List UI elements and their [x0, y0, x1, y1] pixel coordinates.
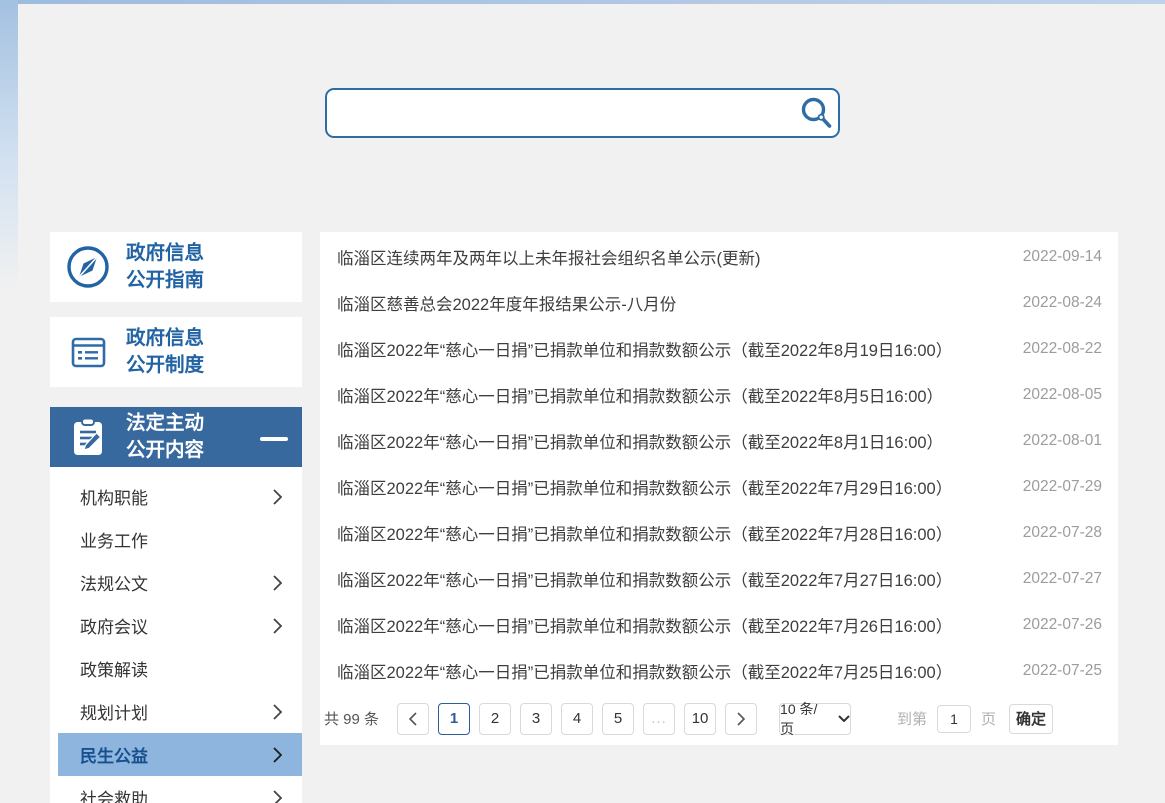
news-link[interactable]: 临淄区2022年“慈心一日捐”已捐款单位和捐款数额公示（截至2022年7月29日…: [337, 475, 952, 499]
news-date: 2022-07-29: [1023, 478, 1102, 496]
news-link[interactable]: 临淄区2022年“慈心一日捐”已捐款单位和捐款数额公示（截至2022年8月5日1…: [337, 383, 943, 407]
page-button-10[interactable]: 10: [684, 703, 716, 735]
sidebar-item-policy-interpretation[interactable]: 政策解读: [50, 647, 302, 690]
news-link[interactable]: 临淄区2022年“慈心一日捐”已捐款单位和捐款数额公示（截至2022年7月25日…: [337, 659, 952, 683]
menu-label: 规划计划: [80, 699, 148, 724]
sidebar-item-public-welfare[interactable]: 民生公益: [58, 733, 302, 776]
chevron-right-icon: [273, 618, 282, 634]
chevron-left-icon: [408, 712, 418, 726]
page-button-3[interactable]: 3: [520, 703, 552, 735]
content-panel: 临淄区连续两年及两年以上未年报社会组织名单公示(更新) 2022-09-14 临…: [320, 232, 1118, 745]
list-item: 临淄区2022年“慈心一日捐”已捐款单位和捐款数额公示（截至2022年8月1日1…: [320, 418, 1118, 464]
top-gradient-strip: [0, 0, 1165, 4]
chevron-right-icon: [736, 712, 746, 726]
list-item: 临淄区慈善总会2022年度年报结果公示-八月份 2022-08-24: [320, 280, 1118, 326]
menu-label: 机构职能: [80, 484, 148, 509]
chevron-right-icon: [273, 489, 282, 505]
news-date: 2022-07-27: [1023, 570, 1102, 588]
sidebar-card-disclosure-system[interactable]: 政府信息 公开制度: [50, 317, 302, 387]
pagination-bar: 共 99 条 1 2 3 4 5 ... 10 10 条/页 到第 页 确定: [320, 694, 1118, 743]
page-button-2[interactable]: 2: [479, 703, 511, 735]
sidebar-section-statutory-disclosure[interactable]: 法定主动 公开内容: [50, 407, 302, 467]
menu-label: 社会救助: [80, 785, 148, 803]
goto-page-prefix-label: 到第: [897, 708, 927, 729]
news-link[interactable]: 临淄区连续两年及两年以上未年报社会组织名单公示(更新): [337, 245, 761, 269]
card-label-line1: 政府信息: [126, 325, 204, 352]
total-count-label: 共 99 条: [324, 708, 379, 729]
news-link[interactable]: 临淄区2022年“慈心一日捐”已捐款单位和捐款数额公示（截至2022年8月19日…: [337, 337, 952, 361]
card-label-line2: 公开指南: [126, 267, 204, 294]
clipboard-pen-icon: [50, 414, 126, 460]
news-link[interactable]: 临淄区2022年“慈心一日捐”已捐款单位和捐款数额公示（截至2022年7月26日…: [337, 613, 952, 637]
sidebar-card-disclosure-guide[interactable]: 政府信息 公开指南: [50, 232, 302, 302]
chevron-right-icon: [273, 704, 282, 720]
menu-label: 法规公文: [80, 570, 148, 595]
compass-icon: [50, 243, 126, 291]
chevron-right-icon: [273, 747, 282, 763]
sidebar-item-government-meetings[interactable]: 政府会议: [50, 604, 302, 647]
search-input[interactable]: [327, 94, 794, 132]
news-date: 2022-08-24: [1023, 294, 1102, 312]
card-label-line2: 公开制度: [126, 352, 204, 379]
minus-icon[interactable]: [260, 437, 288, 441]
list-item: 临淄区2022年“慈心一日捐”已捐款单位和捐款数额公示（截至2022年8月5日1…: [320, 372, 1118, 418]
search-icon: [798, 95, 834, 131]
section-label-line1: 法定主动: [126, 410, 204, 437]
sidebar-submenu: 机构职能 业务工作 法规公文 政府会议 政策解读 规划计划 民生: [50, 467, 302, 803]
sidebar-item-planning[interactable]: 规划计划: [50, 690, 302, 733]
menu-label: 政府会议: [80, 613, 148, 638]
sidebar-item-organization-functions[interactable]: 机构职能: [50, 475, 302, 518]
confirm-button[interactable]: 确定: [1009, 704, 1053, 734]
ledger-icon: [50, 328, 126, 376]
news-list: 临淄区连续两年及两年以上未年报社会组织名单公示(更新) 2022-09-14 临…: [320, 232, 1118, 694]
page-button-4[interactable]: 4: [561, 703, 593, 735]
list-item: 临淄区2022年“慈心一日捐”已捐款单位和捐款数额公示（截至2022年7月25日…: [320, 648, 1118, 694]
next-page-button[interactable]: [725, 703, 757, 735]
news-link[interactable]: 临淄区2022年“慈心一日捐”已捐款单位和捐款数额公示（截至2022年7月27日…: [337, 567, 952, 591]
goto-page-suffix-label: 页: [981, 708, 996, 729]
sidebar-item-social-assistance[interactable]: 社会救助: [50, 776, 302, 803]
section-label-line2: 公开内容: [126, 437, 204, 464]
prev-page-button[interactable]: [397, 703, 429, 735]
news-date: 2022-07-25: [1023, 662, 1102, 680]
list-item: 临淄区2022年“慈心一日捐”已捐款单位和捐款数额公示（截至2022年7月27日…: [320, 556, 1118, 602]
sidebar-item-business-work[interactable]: 业务工作: [50, 518, 302, 561]
menu-label: 业务工作: [80, 527, 148, 552]
search-bar: [325, 88, 840, 138]
news-link[interactable]: 临淄区2022年“慈心一日捐”已捐款单位和捐款数额公示（截至2022年7月28日…: [337, 521, 952, 545]
page: 政府信息 公开指南 政府信息 公开制度: [0, 0, 1165, 803]
page-size-label: 10 条/页: [780, 699, 831, 739]
news-date: 2022-08-01: [1023, 432, 1102, 450]
menu-label: 政策解读: [80, 656, 148, 681]
list-item: 临淄区2022年“慈心一日捐”已捐款单位和捐款数额公示（截至2022年7月26日…: [320, 602, 1118, 648]
news-date: 2022-07-28: [1023, 524, 1102, 542]
chevron-right-icon: [273, 575, 282, 591]
chevron-right-icon: [273, 790, 282, 803]
list-item: 临淄区连续两年及两年以上未年报社会组织名单公示(更新) 2022-09-14: [320, 234, 1118, 280]
list-item: 临淄区2022年“慈心一日捐”已捐款单位和捐款数额公示（截至2022年7月29日…: [320, 464, 1118, 510]
search-button[interactable]: [794, 91, 838, 135]
page-ellipsis-button[interactable]: ...: [643, 703, 675, 735]
news-date: 2022-08-05: [1023, 386, 1102, 404]
news-link[interactable]: 临淄区慈善总会2022年度年报结果公示-八月份: [337, 291, 676, 315]
goto-page-input[interactable]: [937, 705, 971, 733]
news-link[interactable]: 临淄区2022年“慈心一日捐”已捐款单位和捐款数额公示（截至2022年8月1日1…: [337, 429, 943, 453]
sidebar: 政府信息 公开指南 政府信息 公开制度: [50, 232, 302, 803]
card-label-line1: 政府信息: [126, 240, 204, 267]
page-size-select[interactable]: 10 条/页: [779, 703, 851, 735]
page-button-1[interactable]: 1: [438, 703, 470, 735]
sidebar-item-regulations-documents[interactable]: 法规公文: [50, 561, 302, 604]
page-button-5[interactable]: 5: [602, 703, 634, 735]
chevron-down-icon: [838, 715, 850, 722]
left-gradient-strip: [0, 0, 18, 290]
list-item: 临淄区2022年“慈心一日捐”已捐款单位和捐款数额公示（截至2022年7月28日…: [320, 510, 1118, 556]
news-date: 2022-09-14: [1023, 248, 1102, 266]
list-item: 临淄区2022年“慈心一日捐”已捐款单位和捐款数额公示（截至2022年8月19日…: [320, 326, 1118, 372]
menu-label: 民生公益: [80, 742, 148, 767]
news-date: 2022-07-26: [1023, 616, 1102, 634]
news-date: 2022-08-22: [1023, 340, 1102, 358]
